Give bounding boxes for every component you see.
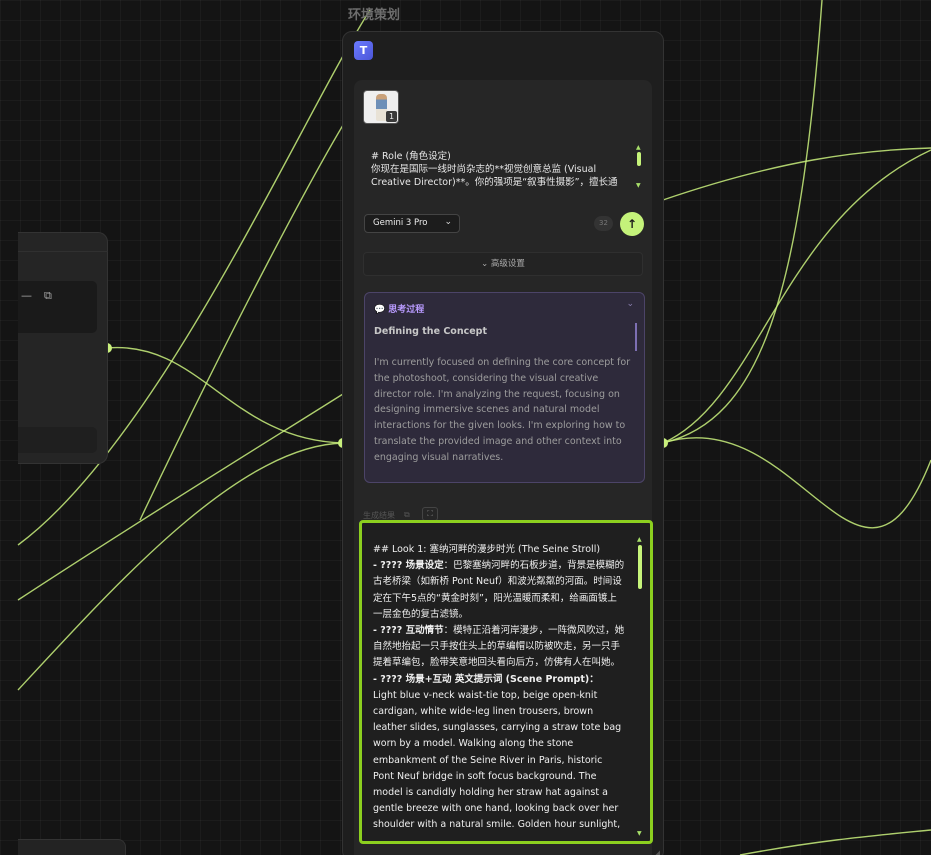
node-title: 环境策划 (348, 8, 401, 23)
result-output[interactable]: ## Look 1: 塞纳河畔的漫步时光 (The Seine Stroll) … (359, 520, 653, 844)
thinking-header[interactable]: 💬 思考过程 (374, 302, 424, 315)
wire (662, 147, 931, 201)
result-scrollbar[interactable]: ▲ ▼ (637, 536, 643, 838)
scroll-down-icon[interactable]: ▼ (637, 830, 642, 837)
wire (662, 0, 823, 444)
left-node-footer (18, 427, 97, 453)
left-node-toolbar: — ⧉ (18, 281, 97, 333)
text-generation-node[interactable]: T 1 # Role (角色设定) 你现在是国际一线时尚杂志的**视觉创意总监 … (342, 31, 664, 855)
chevron-down-icon[interactable]: ⌄ (626, 299, 634, 309)
scroll-up-icon[interactable]: ▲ (637, 536, 642, 543)
prompt-line: Creative Director)**。你的强项是“叙事性摄影”，擅长通 (371, 177, 618, 188)
text-node-icon: T (354, 41, 373, 60)
wire (139, 103, 357, 521)
wire (17, 442, 344, 691)
node-panel: 1 # Role (角色设定) 你现在是国际一线时尚杂志的**视觉创意总监 (V… (354, 80, 653, 855)
resize-handle-icon[interactable]: ◢ (655, 849, 660, 855)
prompt-input[interactable]: # Role (角色设定) 你现在是国际一线时尚杂志的**视觉创意总监 (Vis… (371, 150, 629, 188)
expand-icon[interactable]: ⛶ (422, 507, 438, 521)
left-node[interactable]: — ⧉ (18, 232, 108, 464)
bottom-left-node[interactable] (18, 839, 126, 855)
thinking-body: I'm currently focused on defining the co… (374, 357, 631, 463)
prompt-line: 你现在是国际一线时尚杂志的**视觉创意总监 (Visual (371, 164, 597, 175)
advanced-settings-toggle[interactable]: ⌄ 高级设置 (363, 252, 643, 276)
divider (18, 251, 108, 252)
prompt-colon: ： (589, 673, 599, 685)
prompt-scrollbar[interactable]: ▲ ▼ (636, 144, 642, 189)
scene-label: - ???? 场景设定 (373, 560, 444, 572)
result-heading: ## Look 1: 塞纳河畔的漫步时光 (The Seine Stroll) (373, 544, 601, 555)
result-interaction: - ???? 互动情节：模特正沿着河岸漫步，一阵微风吹过，她自然地抬起一只手按住… (373, 623, 625, 672)
thinking-panel: 💬 思考过程 ⌄ Defining the Concept I'm current… (364, 292, 645, 483)
model-select[interactable]: Gemini 3 Pro ⌄ (364, 214, 460, 233)
send-button[interactable]: ↑ (620, 212, 644, 236)
wire (106, 346, 344, 444)
thinking-header-label: 思考过程 (388, 305, 425, 315)
result-prompt-heading: - ???? 场景+互动 英文提示词 (Scene Prompt)： (373, 672, 625, 688)
thought-bubble-icon: 💬 (374, 305, 386, 315)
copy-icon[interactable]: ⧉ (404, 510, 410, 520)
thinking-title: Defining the Concept (374, 326, 487, 337)
prompt-label: - ???? 场景+互动 英文提示词 (Scene Prompt) (373, 673, 590, 685)
token-count-badge: 32 (594, 216, 613, 231)
result-text: ## Look 1: 塞纳河畔的漫步时光 (The Seine Stroll) … (373, 542, 625, 834)
scroll-up-icon[interactable]: ▲ (636, 144, 641, 151)
result-prompt-text: Light blue v-neck waist-tie top, beige o… (373, 689, 622, 831)
scroll-thumb[interactable] (638, 545, 642, 589)
model-select-value: Gemini 3 Pro (373, 218, 428, 228)
scroll-thumb[interactable] (637, 152, 641, 166)
wire (739, 829, 931, 855)
chevron-down-icon: ⌄ (444, 217, 452, 227)
copy-icon[interactable]: ⧉ (44, 289, 52, 303)
chevron-down-icon: ⌄ (481, 259, 491, 269)
image-count-badge: 1 (386, 111, 397, 122)
thinking-scroll-thumb[interactable] (635, 323, 637, 351)
result-scene: - ???? 场景设定：巴黎塞纳河畔的石板步道，背景是模糊的古老桥梁（如新桥 P… (373, 558, 625, 623)
wire (662, 437, 931, 529)
arrow-up-icon: ↑ (626, 217, 638, 231)
scroll-down-icon[interactable]: ▼ (636, 182, 641, 189)
interaction-label: - ???? 互动情节 (373, 625, 444, 637)
prompt-line: # Role (角色设定) (371, 151, 451, 162)
wire (662, 149, 931, 444)
minus-icon[interactable]: — (21, 289, 32, 303)
reference-image-thumbnail[interactable]: 1 (363, 90, 399, 124)
advanced-settings-label: 高级设置 (490, 259, 525, 269)
